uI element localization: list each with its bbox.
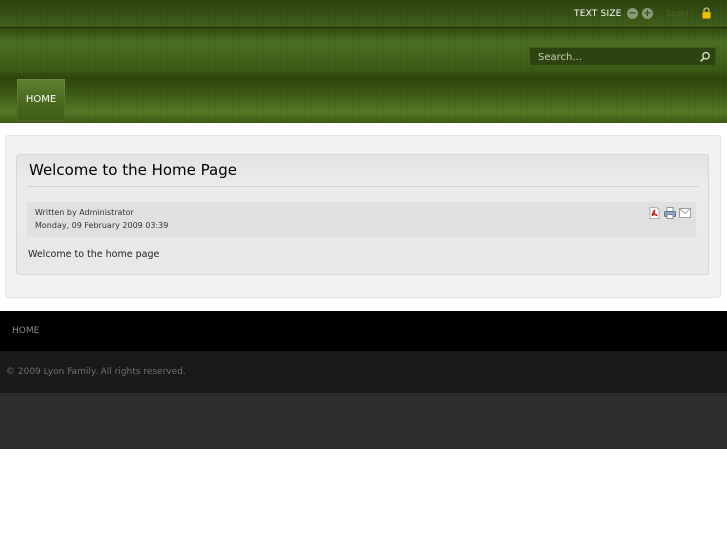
title-divider bbox=[27, 186, 699, 187]
site-header: TEXT SIZE − + Login HOME bbox=[0, 0, 727, 123]
pdf-icon[interactable] bbox=[649, 207, 660, 219]
search-icon[interactable] bbox=[699, 51, 711, 63]
increase-text-size-button[interactable]: + bbox=[642, 8, 653, 19]
article-body: Welcome to the home page bbox=[28, 249, 160, 260]
footer-nav-bar bbox=[0, 311, 727, 351]
nav-item-home[interactable]: HOME bbox=[17, 79, 65, 121]
copyright-text: © 2009 Lyon Family. All rights reserved. bbox=[6, 367, 186, 377]
footer-bottom-band bbox=[0, 393, 727, 449]
search-input[interactable] bbox=[538, 51, 688, 64]
footer-nav-item-home[interactable]: HOME bbox=[12, 326, 39, 336]
article-title: Welcome to the Home Page bbox=[29, 161, 237, 179]
login-link[interactable]: Login bbox=[667, 9, 689, 18]
article-date: Monday, 09 February 2009 03:39 bbox=[35, 221, 169, 230]
lock-icon[interactable] bbox=[701, 7, 712, 19]
printer-icon[interactable] bbox=[664, 207, 676, 219]
topbar-divider bbox=[0, 27, 727, 28]
search-box[interactable] bbox=[529, 47, 716, 66]
email-icon[interactable] bbox=[679, 208, 691, 218]
decrease-text-size-button[interactable]: − bbox=[627, 8, 638, 19]
text-size-label: TEXT SIZE bbox=[574, 9, 622, 19]
article-author: Written by Administrator bbox=[35, 208, 134, 217]
